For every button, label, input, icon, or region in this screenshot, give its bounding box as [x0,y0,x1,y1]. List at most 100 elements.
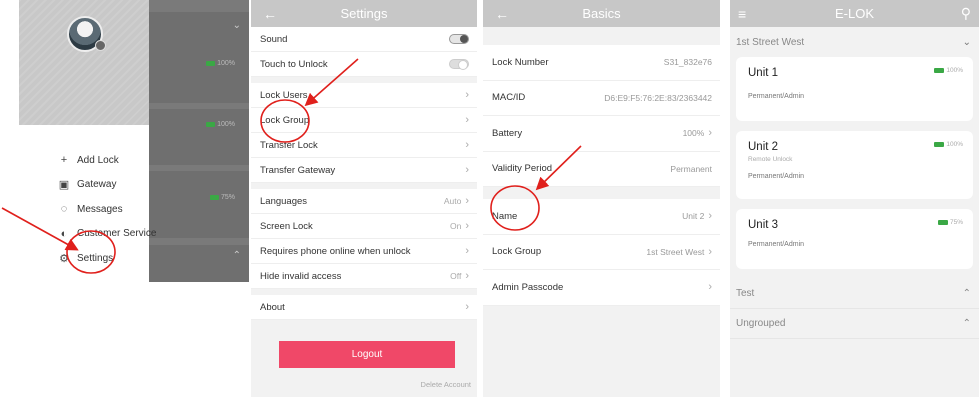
chevron-down-icon: ⌄ [232,20,241,31]
chevron-right-icon: › [465,114,469,126]
message-icon: ◌ [60,203,68,216]
row-lock-users[interactable]: Lock Users › [251,83,477,108]
chevron-right-icon: › [708,245,712,258]
drawer-header [19,0,149,125]
menu-settings[interactable]: ⚙ Settings [57,246,156,271]
battery-indicator: 100% [934,67,963,74]
row-transfer-gateway[interactable]: Transfer Gateway › [251,158,477,183]
drawer-screen: ⌄ 100% 100% 75% ⌃ + Add Lock ▣ Gateway ◌… [19,0,249,397]
row-lock-number: Lock Number S31_832e76 [483,45,720,81]
delete-account-link[interactable]: Delete Account [421,380,471,389]
row-admin-passcode[interactable]: Admin Passcode › [483,270,720,306]
row-transfer-lock[interactable]: Transfer Lock › [251,133,477,158]
headset-icon: ◐ [60,227,68,240]
menu-customer-service[interactable]: ◐ Customer Service [57,222,157,247]
group-header-ungrouped[interactable]: Ungrouped ⌃ [730,309,979,339]
plus-icon: + [60,154,68,167]
row-label: Lock Users [260,89,308,101]
unit-role: Permanent/Admin [748,93,805,100]
avatar-edit-icon[interactable] [95,40,106,51]
gateway-icon: ▣ [58,179,70,192]
row-about[interactable]: About › [251,295,477,320]
menu-label: Messages [77,203,123,215]
chevron-right-icon: › [708,281,712,294]
row-label: Transfer Gateway [260,164,336,176]
row-label: Lock Number [492,56,549,68]
chevron-right-icon: › [465,220,469,232]
sound-toggle[interactable] [449,34,469,44]
battery-indicator: 75% [937,219,963,226]
chevron-right-icon: › [465,195,469,207]
menu-messages[interactable]: ◌ Messages [57,197,156,222]
gear-icon: ⚙ [59,252,69,265]
menu-label: Settings [77,252,114,264]
row-label: Hide invalid access [260,270,342,282]
menu-label: Customer Service [77,228,157,240]
lock-card-unit-2[interactable]: Unit 2 Remote Unlock Permanent/Admin 100… [736,131,973,199]
row-label: About [260,301,285,313]
row-label: Validity Period [492,163,553,175]
row-value: 100% [682,128,705,139]
row-value: Permanent [670,163,712,174]
dimmed-lock-list[interactable]: ⌄ 100% 100% 75% ⌃ [149,0,249,282]
menu-label: Add Lock [77,154,119,166]
chevron-right-icon: › [465,270,469,282]
row-name[interactable]: Name Unit 2 › [483,199,720,235]
drawer-menu: + Add Lock ▣ Gateway ◌ Messages ◐ Custom… [57,148,157,271]
row-validity-period: Validity Period Permanent [483,151,720,187]
row-label: Languages [260,195,308,207]
chevron-right-icon: › [465,139,469,151]
hamburger-menu-icon[interactable]: ≡ [738,6,746,22]
row-label: Admin Passcode [492,281,564,293]
row-sound[interactable]: Sound [251,27,477,52]
unit-status: Remote Unlock [748,156,793,163]
row-label: Name [492,210,518,222]
logout-button[interactable]: Logout [279,341,455,368]
row-lock-group[interactable]: Lock Group 1st Street West › [483,234,720,270]
chevron-up-icon: ⌃ [962,288,971,299]
touch-unlock-toggle[interactable] [449,59,469,70]
row-label: Lock Group [492,246,542,258]
chevron-right-icon: › [708,210,712,223]
row-requires-online[interactable]: Requires phone online when unlock › [251,239,477,264]
row-languages[interactable]: Languages Auto › [251,189,477,214]
unit-name: Unit 2 [748,141,779,153]
row-screen-lock[interactable]: Screen Lock On › [251,214,477,239]
group-header-1st-street-west[interactable]: 1st Street West ⌄ [730,27,979,57]
chevron-up-icon: ⌃ [232,250,241,261]
lock-card-unit-1[interactable]: Unit 1 Permanent/Admin 100% [736,57,973,121]
lock-card-unit-3[interactable]: Unit 3 Permanent/Admin 75% [736,209,973,269]
row-value: Unit 2 [682,211,705,222]
row-value: D6:E9:F5:76:2E:83/2363442 [604,92,712,103]
unit-name: Unit 1 [748,67,779,79]
settings-screen: ← Settings Sound Touch to Unlock Lock Us… [251,0,477,397]
chevron-right-icon: › [465,245,469,257]
menu-add-lock[interactable]: + Add Lock [57,148,156,173]
row-touch-to-unlock[interactable]: Touch to Unlock [251,52,477,77]
group-label: Ungrouped [736,318,786,329]
page-title: Settings [340,6,388,21]
row-lock-group[interactable]: Lock Group › [251,108,477,133]
group-header-test[interactable]: Test ⌃ [730,279,979,309]
basics-screen: ← Basics Lock Number S31_832e76 MAC/ID D… [483,0,720,397]
chevron-down-icon: ⌄ [962,36,971,48]
unit-role: Permanent/Admin [748,173,805,180]
search-icon[interactable]: ⚲ [961,5,971,22]
back-arrow-icon[interactable]: ← [263,6,277,22]
unit-role: Permanent/Admin [748,241,805,248]
row-value: Off [450,271,462,281]
row-battery[interactable]: Battery 100% › [483,116,720,152]
menu-label: Gateway [77,179,117,191]
group-label: 1st Street West [736,36,805,48]
chevron-right-icon: › [708,127,712,140]
row-label: MAC/ID [492,92,526,104]
page-title: E-LOK [834,6,874,21]
battery-indicator: 100% [206,60,235,67]
back-arrow-icon[interactable]: ← [495,6,509,22]
menu-gateway[interactable]: ▣ Gateway [57,173,156,198]
row-value: Auto [443,196,462,206]
row-hide-invalid[interactable]: Hide invalid access Off › [251,264,477,289]
chevron-right-icon: › [465,89,469,101]
chevron-right-icon: › [465,301,469,313]
unit-name: Unit 3 [748,219,779,231]
